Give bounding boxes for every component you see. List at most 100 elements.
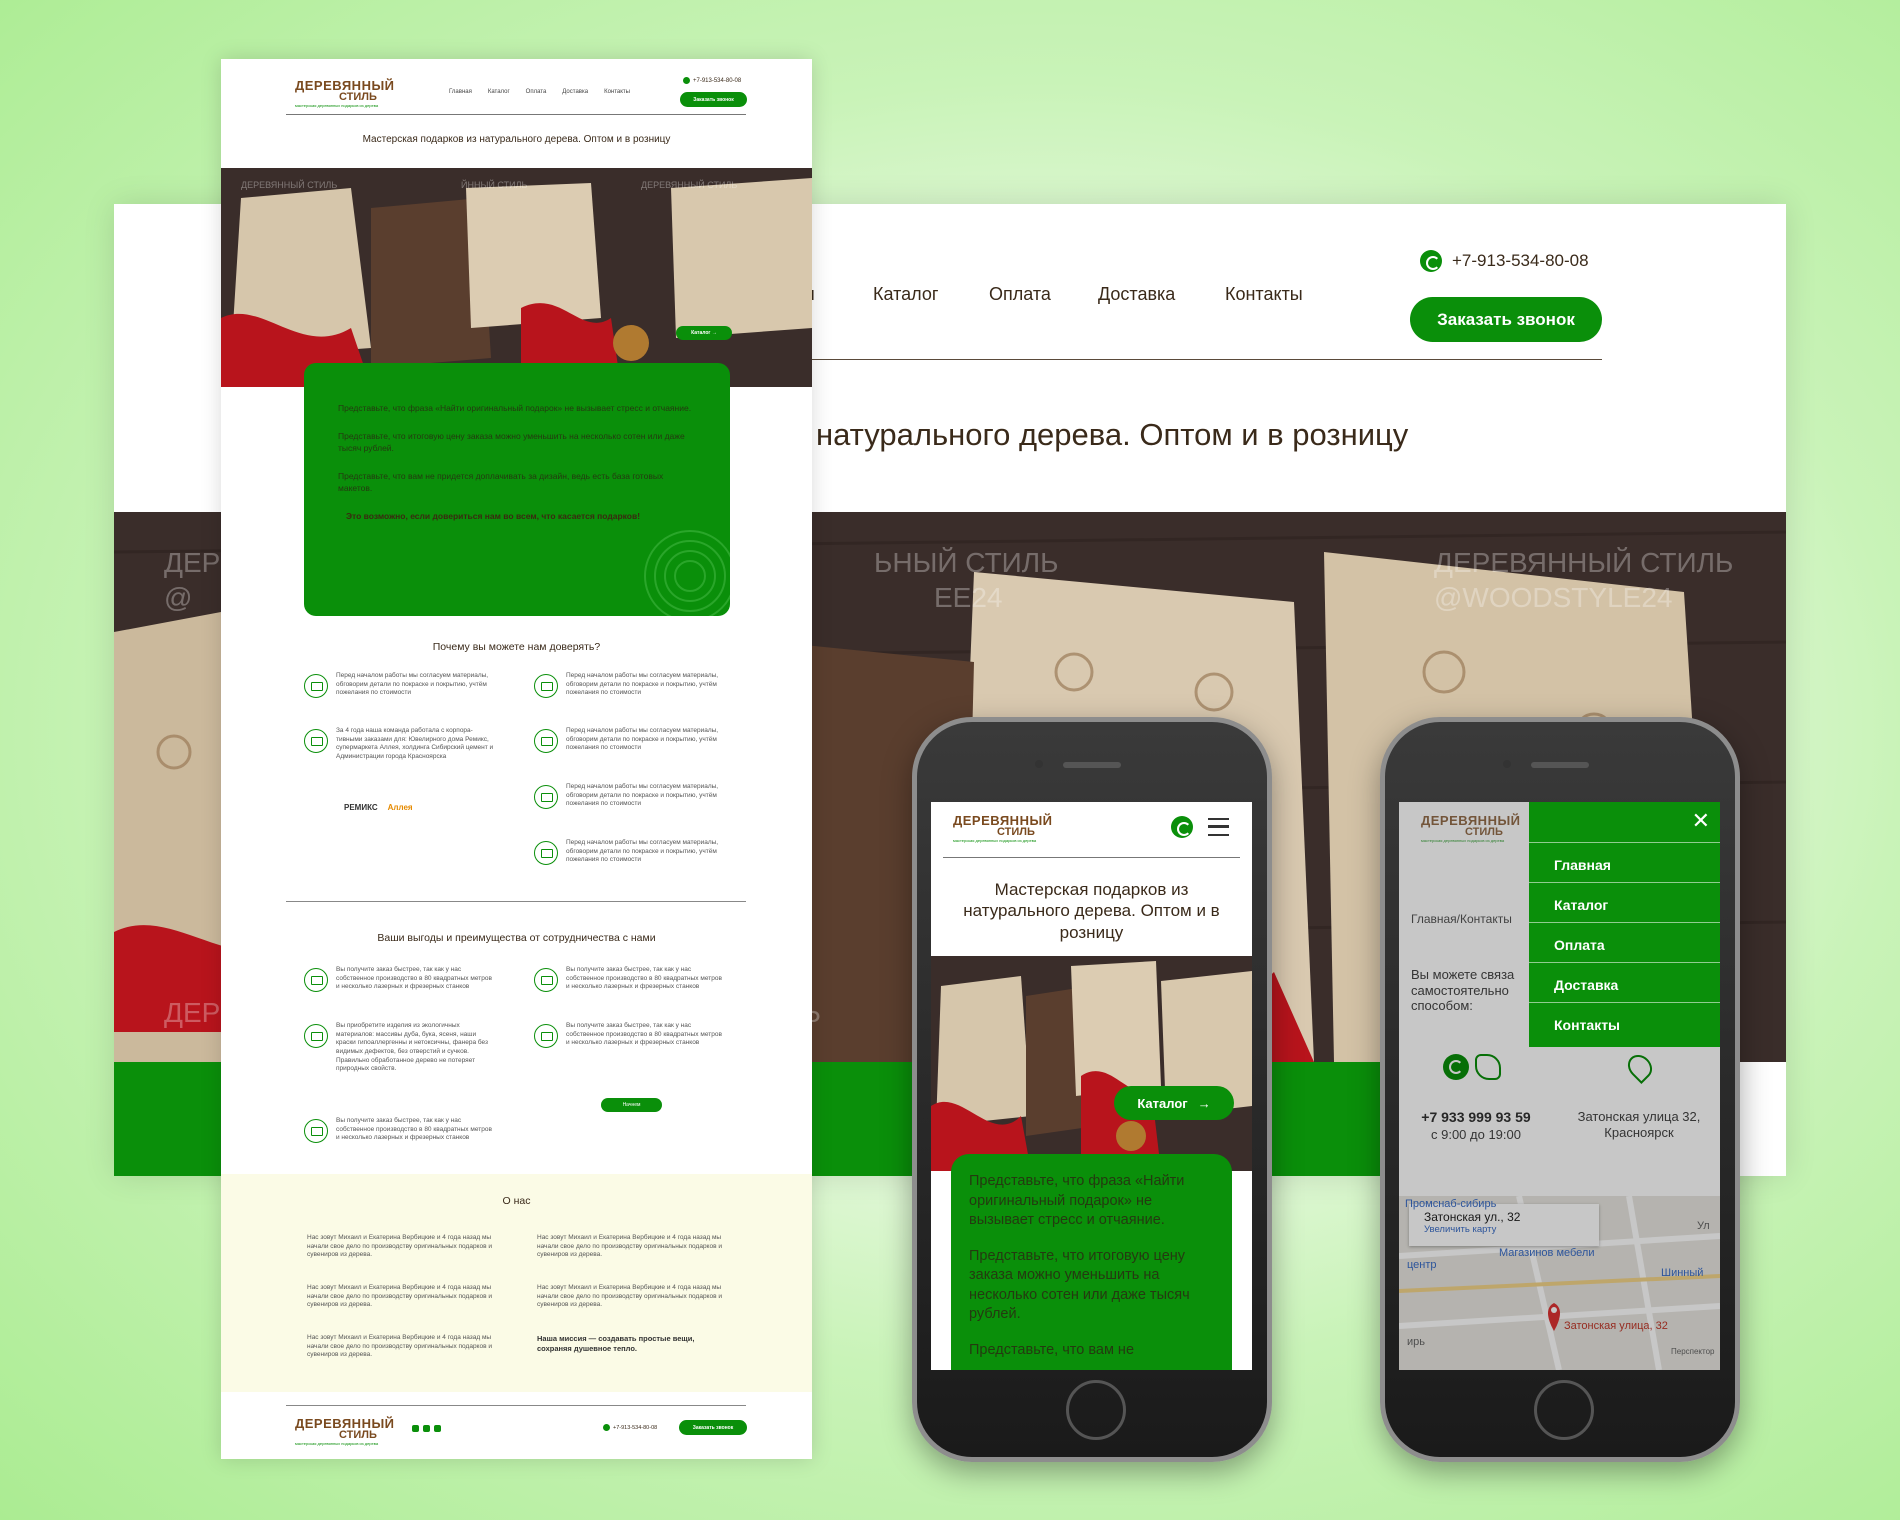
phone-speaker [1531, 762, 1589, 768]
trust-item: Перед началом работы мы согласуем матери… [534, 727, 726, 753]
page-headline: Мастерская подарков из натурального дере… [963, 880, 1220, 942]
box-icon [534, 1024, 558, 1048]
long-page-mockup: ДЕРЕВЯННЫЙ СТИЛЬ мастерская деревянных п… [221, 59, 812, 1459]
box-icon [304, 1119, 328, 1143]
header-divider [734, 359, 1602, 360]
svg-text:ДЕРЕВЯННЫЙ СТИЛЬ: ДЕРЕВЯННЫЙ СТИЛЬ [641, 179, 737, 190]
header-phone[interactable]: +7-913-534-80-08 [683, 77, 741, 84]
svg-text:ЙННЫЙ СТИЛЬ: ЙННЫЙ СТИЛЬ [461, 179, 527, 190]
footer-divider [286, 1405, 746, 1406]
svg-text:ДЕРЕВЯННЫЙ СТИЛЬ: ДЕРЕВЯННЫЙ СТИЛЬ [241, 179, 337, 190]
benefit-item: Вы получите заказ быстрее, так как у нас… [534, 966, 726, 992]
svg-text:ЬНЫЙ СТИЛЬ: ЬНЫЙ СТИЛЬ [874, 547, 1059, 578]
box-icon [534, 785, 558, 809]
ok-icon[interactable] [434, 1425, 441, 1432]
catalog-button[interactable]: Каталог → [676, 326, 732, 340]
about-section: О нас Нас зовут Михаил и Екатерина Верби… [221, 1174, 812, 1392]
site-logo[interactable]: ДЕРЕВЯННЫЙ СТИЛЬ мастерская деревянных п… [953, 814, 1053, 843]
order-call-button[interactable]: Заказать звонок [680, 92, 747, 107]
phone-screen-contacts: ДЕРЕВЯННЫЙ СТИЛЬ мастерская деревянных п… [1399, 802, 1720, 1370]
mobile-menu: ✕ Главная Каталог Оплата Доставка Контак… [1529, 802, 1720, 1047]
menu-item-payment[interactable]: Оплата [1529, 922, 1720, 962]
box-icon [534, 968, 558, 992]
benefit-item: Вы получите заказ быстрее, так как у нас… [534, 1022, 726, 1048]
nav-item-contacts[interactable]: Контакты [604, 89, 630, 95]
trust-item: За 4 года наша команда работала с корпор… [304, 727, 496, 762]
nav-item-catalog[interactable]: Каталог [873, 284, 938, 305]
hero-image: ДЕРЕВЯННЫЙ СТИЛЬ ЙННЫЙ СТИЛЬ ДЕРЕВЯННЫЙ СТ… [221, 168, 812, 387]
phone-mockup-contacts: ДЕРЕВЯННЫЙ СТИЛЬ мастерская деревянных п… [1380, 717, 1740, 1462]
partner-remix: РЕМИКС [344, 803, 378, 812]
svg-text:@: @ [164, 582, 192, 613]
benefits-title: Ваши выгоды и преимущества от сотрудниче… [377, 932, 656, 944]
nav-item-delivery[interactable]: Доставка [562, 89, 588, 95]
site-logo[interactable]: ДЕРЕВЯННЫЙ СТИЛЬ мастерская деревянных п… [295, 79, 395, 108]
svg-text:ДЕР: ДЕР [164, 547, 220, 578]
start-button[interactable]: Начнем [601, 1098, 662, 1112]
close-icon[interactable]: ✕ [1692, 810, 1710, 832]
svg-text:ЕЕ24: ЕЕ24 [934, 582, 1003, 613]
nav-item-payment[interactable]: Оплата [526, 89, 547, 95]
about-title: О нас [502, 1195, 531, 1207]
nav-item-payment[interactable]: Оплата [989, 284, 1051, 305]
trust-item: Перед началом работы мы согласуем матери… [534, 672, 726, 698]
box-icon [534, 674, 558, 698]
footer-logo[interactable]: ДЕРЕВЯННЫЙ СТИЛЬ мастерская деревянных п… [295, 1417, 395, 1446]
mission-statement: Наша миссия — создавать простые вещи, со… [537, 1334, 695, 1353]
phone-speaker [1063, 762, 1121, 768]
order-call-button[interactable]: Заказать звонок [1410, 297, 1602, 342]
partner-logos: РЕМИКС Аллея [344, 803, 413, 812]
footer-order-call-button[interactable]: Заказать звонок [679, 1420, 747, 1435]
trust-title: Почему вы можете нам доверять? [432, 641, 601, 653]
box-icon [304, 674, 328, 698]
benefit-item: Вы получите заказ быстрее, так как у нас… [304, 966, 496, 992]
page-headline: Мастерская подарков из натурального дере… [362, 134, 671, 145]
menu-item-catalog[interactable]: Каталог [1529, 882, 1720, 922]
svg-text:ДЕРЕВЯННЫЙ СТИЛЬ: ДЕРЕВЯННЫЙ СТИЛЬ [1434, 547, 1733, 578]
whatsapp-icon [603, 1424, 610, 1431]
vk-icon[interactable] [412, 1425, 419, 1432]
footer-phone[interactable]: +7-913-534-80-08 [603, 1424, 657, 1431]
header-divider [943, 857, 1240, 858]
trust-item: Перед началом работы мы согласуем матери… [534, 839, 726, 865]
hamburger-menu-icon[interactable] [1208, 818, 1229, 836]
box-icon [304, 729, 328, 753]
nav-item-catalog[interactable]: Каталог [488, 89, 510, 95]
phone-number: +7-913-534-80-08 [1452, 251, 1589, 270]
menu-item-home[interactable]: Главная [1529, 842, 1720, 882]
hero-image [931, 956, 1252, 1171]
page-nav: Главная Каталог Оплата Доставка Контакты [449, 89, 630, 95]
page-headline: натурального дерева. Оптом и в розницу [816, 417, 1409, 452]
svg-text:@WOODSTYLE24: @WOODSTYLE24 [1434, 582, 1672, 613]
phone-screen-home: ДЕРЕВЯННЫЙ СТИЛЬ мастерская деревянных п… [931, 802, 1252, 1370]
section-divider [286, 901, 746, 902]
imagine-block: Представьте, что фраза «Найти оригинальн… [304, 363, 730, 616]
menu-item-contacts[interactable]: Контакты [1529, 1002, 1720, 1042]
whatsapp-icon[interactable] [1171, 816, 1193, 838]
whatsapp-icon [683, 77, 690, 84]
partner-alleya: Аллея [387, 803, 413, 812]
box-icon [304, 968, 328, 992]
trust-item: Перед началом работы мы согласуем матери… [304, 672, 496, 698]
wood-swirl-icon [644, 530, 730, 616]
header-phone[interactable]: +7-913-534-80-08 [1420, 250, 1589, 272]
benefit-item: Вы получите заказ быстрее, так как у нас… [304, 1117, 496, 1143]
phone-mockup-home: ДЕРЕВЯННЫЙ СТИЛЬ мастерская деревянных п… [912, 717, 1272, 1462]
imagine-block: Представьте, что фраза «Найти оригинальн… [951, 1154, 1232, 1370]
home-button [1534, 1380, 1594, 1440]
instagram-icon[interactable] [423, 1425, 430, 1432]
nav-item-contacts[interactable]: Контакты [1225, 284, 1303, 305]
catalog-button[interactable]: Каталог → [1114, 1086, 1234, 1120]
home-button [1066, 1380, 1126, 1440]
social-icons [412, 1425, 441, 1432]
trust-item: Перед началом работы мы согласуем матери… [534, 783, 726, 809]
whatsapp-icon [1420, 250, 1442, 272]
svg-text:ДЕР: ДЕР [164, 997, 220, 1028]
box-icon [534, 841, 558, 865]
header-divider [286, 114, 746, 115]
menu-item-delivery[interactable]: Доставка [1529, 962, 1720, 1002]
benefit-item: Вы приобретите изделия из экологичных ма… [304, 1022, 496, 1074]
nav-item-delivery[interactable]: Доставка [1098, 284, 1175, 305]
nav-item-home[interactable]: Главная [449, 89, 472, 95]
arrow-right-icon: → [1197, 1095, 1211, 1111]
